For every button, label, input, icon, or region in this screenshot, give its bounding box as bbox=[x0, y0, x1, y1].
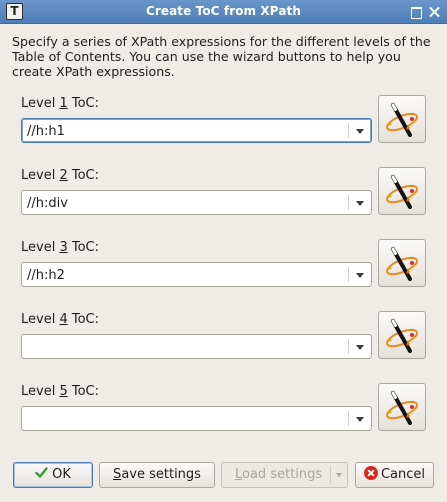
cancel-button[interactable]: Cancel bbox=[355, 462, 434, 488]
level-3-combobox[interactable] bbox=[21, 262, 372, 287]
level-4-input[interactable] bbox=[27, 339, 342, 355]
level-5-label: Level 5 ToC: bbox=[21, 384, 100, 399]
level-4-label: Level 4 ToC: bbox=[21, 312, 100, 327]
level-2-label: Level 2 ToC: bbox=[21, 168, 100, 183]
dropdown-arrow-icon[interactable] bbox=[356, 201, 364, 206]
dropdown-arrow-icon[interactable] bbox=[356, 273, 364, 278]
level-2-combobox[interactable] bbox=[21, 190, 372, 215]
ok-label: OK bbox=[52, 467, 71, 482]
level-5-input[interactable] bbox=[27, 411, 342, 427]
magic-wand-icon bbox=[385, 319, 419, 353]
load-settings-button[interactable]: Load settings bbox=[221, 462, 348, 488]
level-1-input[interactable] bbox=[27, 123, 342, 139]
chevron-down-icon[interactable] bbox=[336, 473, 342, 477]
level-5-wizard-button[interactable] bbox=[378, 383, 426, 431]
magic-wand-icon bbox=[385, 247, 419, 281]
check-icon bbox=[35, 467, 48, 478]
instructions-text: Specify a series of XPath expressions fo… bbox=[12, 34, 431, 79]
save-settings-button[interactable]: Save settings bbox=[99, 462, 215, 488]
dropdown-arrow-icon[interactable] bbox=[356, 129, 364, 134]
magic-wand-icon bbox=[385, 103, 419, 137]
title-bar[interactable]: T Create ToC from XPath bbox=[0, 0, 447, 24]
level-3-input[interactable] bbox=[27, 267, 342, 283]
level-1-label: Level 1 ToC: bbox=[21, 96, 100, 111]
cancel-label: Cancel bbox=[380, 467, 426, 482]
level-4-wizard-button[interactable] bbox=[378, 311, 426, 359]
dropdown-arrow-icon[interactable] bbox=[356, 345, 364, 350]
level-3-label: Level 3 ToC: bbox=[21, 240, 100, 255]
magic-wand-icon bbox=[385, 391, 419, 425]
window-title: Create ToC from XPath bbox=[145, 4, 302, 18]
level-1-wizard-button[interactable] bbox=[378, 95, 426, 143]
level-3-wizard-button[interactable] bbox=[378, 239, 426, 287]
ok-button[interactable]: OK bbox=[13, 462, 93, 488]
level-1-combobox[interactable] bbox=[21, 118, 372, 143]
level-5-combobox[interactable] bbox=[21, 406, 372, 431]
magic-wand-icon bbox=[385, 175, 419, 209]
maximize-button[interactable] bbox=[408, 4, 423, 19]
close-button[interactable] bbox=[427, 4, 442, 19]
dropdown-arrow-icon[interactable] bbox=[356, 417, 364, 422]
cancel-icon bbox=[363, 466, 378, 480]
level-2-input[interactable] bbox=[27, 195, 342, 211]
level-4-combobox[interactable] bbox=[21, 334, 372, 359]
level-2-wizard-button[interactable] bbox=[378, 167, 426, 215]
